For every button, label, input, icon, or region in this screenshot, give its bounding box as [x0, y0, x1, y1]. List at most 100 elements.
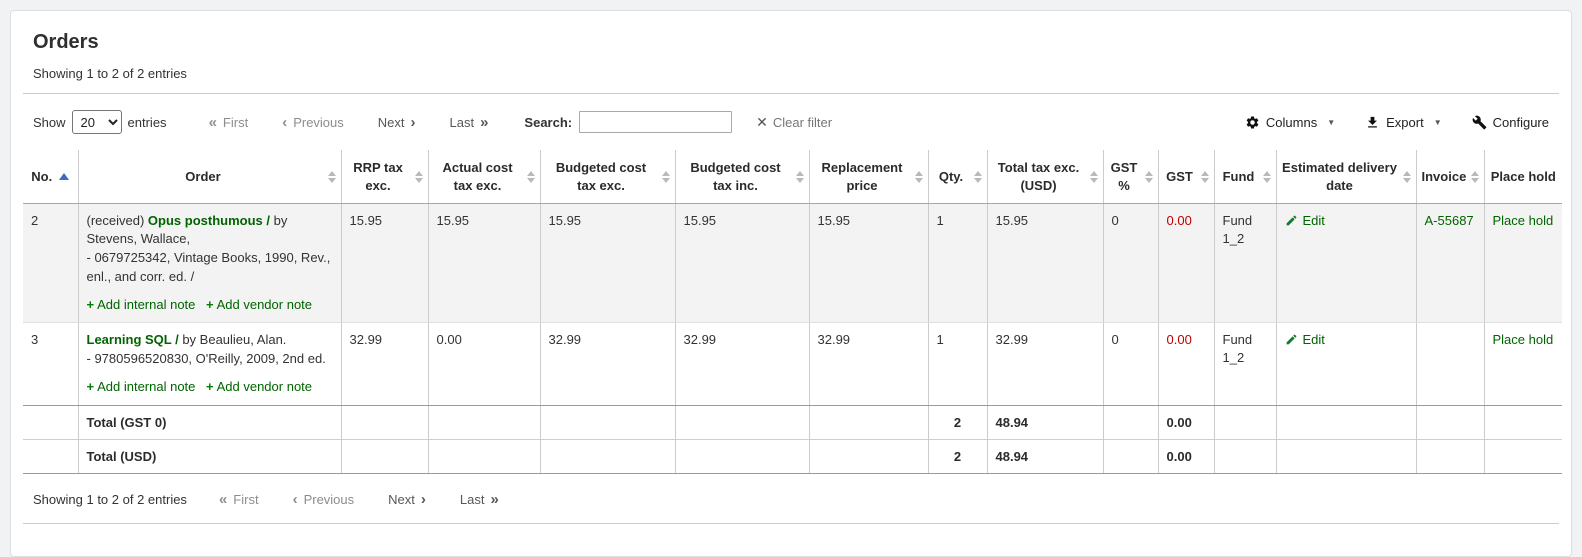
next-page-button[interactable]: Next › — [378, 115, 416, 130]
first-page-icon: « — [209, 115, 217, 130]
col-header-rrp-tax-exc[interactable]: RRP tax exc. — [341, 150, 428, 204]
col-header-replacement-price[interactable]: Replacement price — [809, 150, 928, 204]
edit-delivery-date-link[interactable]: Edit — [1285, 212, 1408, 230]
next-page-icon: › — [411, 115, 416, 130]
download-icon — [1365, 115, 1380, 130]
cell-gst-pct: 0 — [1103, 204, 1158, 323]
last-page-button[interactable]: Last » — [450, 115, 489, 130]
search-input[interactable] — [579, 111, 732, 133]
order-row-3: 3 Learning SQL / by Beaulieu, Alan. - 97… — [23, 323, 1562, 406]
configure-button[interactable]: Configure — [1472, 115, 1549, 130]
order-description: Learning SQL / by Beaulieu, Alan. — [87, 331, 333, 349]
total-label: Total (GST 0) — [78, 405, 341, 439]
columns-label: Columns — [1266, 115, 1317, 130]
last-page-button[interactable]: Last » — [460, 492, 499, 507]
cell-estimated-delivery-date: Edit — [1276, 204, 1416, 323]
previous-page-button[interactable]: ‹ Previous — [282, 115, 344, 130]
showing-entries-bottom: Showing 1 to 2 of 2 entries — [33, 492, 187, 507]
sort-icon — [1263, 171, 1271, 183]
col-header-total-tax-exc-usd[interactable]: Total tax exc. (USD) — [987, 150, 1103, 204]
received-status: (received) — [87, 213, 148, 228]
clear-filter-label: Clear filter — [773, 115, 832, 130]
sort-icon — [1201, 171, 1209, 183]
search-control: Search: — [524, 111, 732, 133]
cell-gst: 0.00 — [1158, 323, 1214, 406]
col-header-no[interactable]: No. — [23, 150, 78, 204]
sort-ascending-icon — [59, 173, 69, 180]
invoice-link[interactable]: A-55687 — [1425, 213, 1474, 228]
col-header-gst-pct[interactable]: GST % — [1103, 150, 1158, 204]
order-title-link[interactable]: Learning SQL / — [87, 332, 179, 347]
sort-icon — [527, 171, 535, 183]
table-controls: Show 20 entries « First ‹ Previous Next … — [23, 94, 1559, 150]
cell-order: Learning SQL / by Beaulieu, Alan. - 9780… — [78, 323, 341, 406]
total-usd-row: Total (USD) 2 48.94 0.00 — [23, 439, 1562, 473]
first-page-button[interactable]: « First — [209, 115, 249, 130]
cell-qty: 1 — [928, 323, 987, 406]
add-internal-note-link[interactable]: +Add internal note — [87, 297, 196, 312]
cell-invoice — [1416, 323, 1484, 406]
next-page-label: Next — [378, 115, 405, 130]
total-gst: 0.00 — [1158, 439, 1214, 473]
first-page-icon: « — [219, 492, 227, 507]
cell-budgeted-cost-tax-inc: 32.99 — [675, 323, 809, 406]
search-label: Search: — [524, 115, 572, 130]
col-header-order[interactable]: Order — [78, 150, 341, 204]
clear-filter-button[interactable]: ✕ Clear filter — [756, 115, 832, 130]
sort-icon — [1403, 171, 1411, 183]
first-page-button[interactable]: « First — [219, 492, 259, 507]
table-footer: Showing 1 to 2 of 2 entries « First ‹ Pr… — [23, 474, 1559, 523]
orders-table: No. Order RRP tax exc. Actual cost tax e… — [23, 150, 1562, 474]
gear-icon — [1245, 115, 1260, 130]
order-details: - 9780596520830, O'Reilly, 2009, 2nd ed. — [87, 350, 333, 368]
cell-budgeted-cost-tax-exc: 32.99 — [540, 323, 675, 406]
chevron-down-icon: ▼ — [1327, 118, 1335, 127]
previous-page-button[interactable]: ‹ Previous — [293, 492, 355, 507]
col-header-qty[interactable]: Qty. — [928, 150, 987, 204]
plus-icon: + — [87, 379, 95, 394]
next-page-button[interactable]: Next › — [388, 492, 426, 507]
col-header-invoice[interactable]: Invoice — [1416, 150, 1484, 204]
last-page-icon: » — [490, 492, 498, 507]
pagination-top: « First ‹ Previous Next › Last » — [209, 115, 489, 130]
sort-icon — [415, 171, 423, 183]
cell-rrp-tax-exc: 15.95 — [341, 204, 428, 323]
col-header-budgeted-cost-tax-exc[interactable]: Budgeted cost tax exc. — [540, 150, 675, 204]
sort-icon — [328, 171, 336, 183]
header-row: No. Order RRP tax exc. Actual cost tax e… — [23, 150, 1562, 204]
previous-page-icon: ‹ — [293, 492, 298, 507]
cell-estimated-delivery-date: Edit — [1276, 323, 1416, 406]
add-internal-note-link[interactable]: +Add internal note — [87, 379, 196, 394]
orders-panel: Orders Showing 1 to 2 of 2 entries Show … — [10, 10, 1572, 557]
sort-icon — [1471, 171, 1479, 183]
pencil-icon — [1285, 214, 1298, 227]
sort-icon — [974, 171, 982, 183]
place-hold-link[interactable]: Place hold — [1493, 332, 1554, 347]
cell-place-hold: Place hold — [1484, 323, 1562, 406]
entries-select[interactable]: 20 — [72, 110, 122, 134]
cell-rrp-tax-exc: 32.99 — [341, 323, 428, 406]
columns-button[interactable]: Columns ▼ — [1245, 115, 1335, 130]
col-header-gst[interactable]: GST — [1158, 150, 1214, 204]
col-header-fund[interactable]: Fund — [1214, 150, 1276, 204]
add-vendor-note-link[interactable]: +Add vendor note — [206, 379, 312, 394]
order-title-link[interactable]: Opus posthumous / — [148, 213, 270, 228]
export-button[interactable]: Export ▼ — [1365, 115, 1442, 130]
col-header-budgeted-cost-tax-inc[interactable]: Budgeted cost tax inc. — [675, 150, 809, 204]
place-hold-link[interactable]: Place hold — [1493, 213, 1554, 228]
cell-gst-pct: 0 — [1103, 323, 1158, 406]
plus-icon: + — [206, 379, 214, 394]
col-header-actual-cost-tax-exc[interactable]: Actual cost tax exc. — [428, 150, 540, 204]
add-vendor-note-link[interactable]: +Add vendor note — [206, 297, 312, 312]
cell-place-hold: Place hold — [1484, 204, 1562, 323]
table-toolbar: Columns ▼ Export ▼ Configure — [1245, 115, 1549, 130]
chevron-down-icon: ▼ — [1434, 118, 1442, 127]
pagination-bottom: « First ‹ Previous Next › Last » — [219, 492, 499, 507]
edit-delivery-date-link[interactable]: Edit — [1285, 331, 1408, 349]
sort-icon — [796, 171, 804, 183]
cell-total-tax-exc-usd: 15.95 — [987, 204, 1103, 323]
total-tax-exc-usd: 48.94 — [987, 405, 1103, 439]
note-links: +Add internal note +Add vendor note — [87, 378, 333, 396]
col-header-estimated-delivery-date[interactable]: Estimated delivery date — [1276, 150, 1416, 204]
total-label: Total (USD) — [78, 439, 341, 473]
